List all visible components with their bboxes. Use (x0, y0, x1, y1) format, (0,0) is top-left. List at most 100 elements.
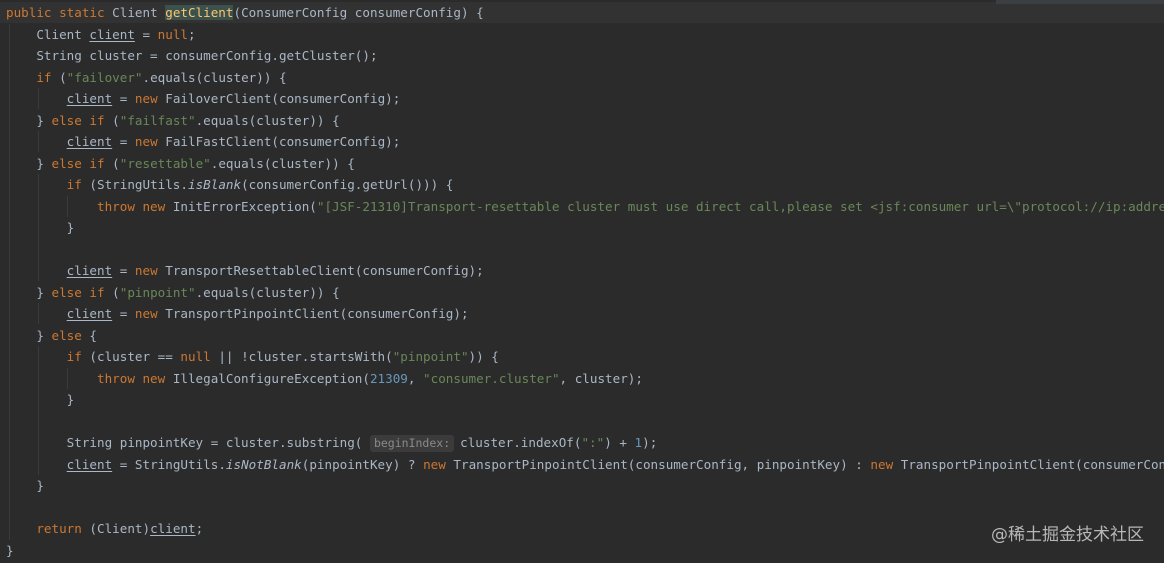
code-token: Client (6, 26, 90, 42)
code-token: = (112, 91, 135, 106)
keyword-token: else if (51, 112, 113, 128)
code-token: ; (188, 26, 196, 42)
code-line[interactable]: client = new TransportResettableClient(c… (6, 260, 1164, 282)
code-line[interactable]: } else { (6, 325, 1164, 347)
keyword-token: new (134, 306, 166, 321)
method-call-token: isBlank (187, 177, 242, 192)
method-name-token: getClient (165, 5, 234, 20)
code-line[interactable] (6, 239, 1164, 261)
code-line[interactable]: String pinpointKey = cluster.substring( … (6, 432, 1164, 454)
code-line[interactable]: String cluster = consumerConfig.getClust… (6, 45, 1164, 67)
code-token: ; (195, 521, 204, 536)
keyword-token: new (423, 456, 454, 472)
code-line[interactable]: } else if ("pinpoint".equals(cluster)) { (6, 282, 1164, 304)
code-line[interactable] (6, 411, 1164, 433)
keyword-token: if (6, 349, 90, 364)
code-line[interactable]: client = new FailoverClient(consumerConf… (6, 88, 1164, 110)
keyword-token: if (6, 177, 90, 192)
number-token: 1 (634, 435, 643, 450)
keyword-token: if (6, 69, 60, 85)
string-token: "consumer.cluster" (423, 370, 560, 386)
code-token: .equals(cluster)) { (195, 284, 340, 300)
code-token: } (6, 220, 75, 235)
code-token: )) { (468, 349, 499, 364)
string-token: "[JSF-21310]Transport-resettable cluster… (316, 198, 1164, 214)
code-token: } (6, 478, 44, 493)
code-token: || !cluster.startsWith( (218, 349, 393, 364)
code-line[interactable]: client = new TransportPinpointClient(con… (6, 303, 1164, 325)
string-token: "failfast" (119, 112, 196, 128)
code-token: FailFastClient(consumerConfig); (165, 134, 401, 149)
watermark-text: @稀土掘金技术社区 (991, 525, 1144, 545)
variable-token: client (66, 263, 113, 278)
keyword-token: null (180, 349, 219, 364)
code-token: TransportPinpointClient(consumerConfig); (165, 306, 469, 321)
code-line[interactable]: public static Client getClient(ConsumerC… (6, 2, 1164, 24)
code-line[interactable]: if ("failover".equals(cluster)) { (6, 67, 1164, 89)
code-token: (cluster == (89, 349, 181, 364)
variable-token: client (66, 91, 113, 106)
code-line[interactable]: throw new IllegalConfigureException(2130… (6, 368, 1164, 390)
code-line[interactable]: } (6, 475, 1164, 497)
code-token: .equals(cluster)) { (142, 69, 287, 85)
code-token: = (112, 134, 135, 149)
code-line[interactable]: } (6, 389, 1164, 411)
string-token: "pinpoint" (119, 284, 196, 300)
code-token: } (6, 542, 14, 558)
keyword-token: new (134, 91, 166, 106)
code-line[interactable]: client = new FailFastClient(consumerConf… (6, 131, 1164, 153)
code-token: = StringUtils. (112, 456, 226, 472)
code-editor[interactable]: public static Client getClient(ConsumerC… (0, 0, 1164, 563)
variable-token: client (150, 521, 196, 536)
variable-token: client (89, 26, 135, 42)
code-token: = (112, 306, 135, 321)
variable-token: client (66, 134, 113, 149)
code-token: = (112, 263, 135, 278)
code-token: .equals(cluster)) { (195, 112, 340, 128)
code-line[interactable]: Client client = null; (6, 24, 1164, 46)
parameter-hint: beginIndex: (369, 435, 455, 452)
keyword-token: new (870, 456, 901, 472)
keyword-token: null (157, 26, 188, 42)
code-line[interactable]: if (StringUtils.isBlank(consumerConfig.g… (6, 174, 1164, 196)
code-line[interactable]: } else if ("failfast".equals(cluster)) { (6, 110, 1164, 132)
code-token: (StringUtils. (89, 177, 188, 192)
code-line[interactable]: if (cluster == null || !cluster.startsWi… (6, 346, 1164, 368)
string-token: "pinpoint" (392, 349, 469, 364)
code-token: } (6, 284, 52, 300)
code-token: .equals(cluster)) { (210, 155, 355, 171)
code-token: TransportPinpointClient(consumerConfig, … (453, 456, 871, 472)
code-line[interactable] (6, 497, 1164, 519)
keyword-token: else (51, 327, 90, 343)
code-token: InitErrorException( (172, 198, 317, 214)
code-token: = (134, 26, 158, 42)
code-token: TransportPinpointClient(consumerConfig); (900, 456, 1164, 472)
code-area[interactable]: public static Client getClient(ConsumerC… (6, 2, 1164, 561)
code-line[interactable]: client = StringUtils.isNotBlank(pinpoint… (6, 454, 1164, 476)
string-token: ":" (581, 435, 605, 450)
code-token: (ConsumerConfig consumerConfig) { (233, 5, 484, 20)
code-token: ( (59, 69, 67, 85)
keyword-token: throw new (6, 198, 173, 214)
code-token: String pinpointKey = cluster.substring( (6, 435, 370, 450)
code-token: ( (112, 284, 120, 300)
code-token: IllegalConfigureException( (172, 370, 370, 386)
keyword-token: new (134, 263, 166, 278)
code-line[interactable]: } (6, 217, 1164, 239)
method-call-token: isNotBlank (225, 456, 302, 472)
code-token: String cluster = consumerConfig.getClust… (6, 48, 378, 63)
keyword-token: public static (6, 5, 113, 20)
code-token: } (6, 155, 52, 171)
keyword-token: else if (51, 155, 113, 171)
string-token: "resettable" (119, 155, 211, 171)
code-line[interactable]: } else if ("resettable".equals(cluster))… (6, 153, 1164, 175)
code-token: , (407, 370, 424, 386)
keyword-token: return (6, 521, 90, 536)
code-token: cluster.indexOf( (460, 435, 582, 450)
code-token: } (6, 112, 52, 128)
code-token: TransportResettableClient(consumerConfig… (165, 263, 484, 278)
variable-token: client (66, 306, 113, 321)
code-line[interactable]: throw new InitErrorException("[JSF-21310… (6, 196, 1164, 218)
